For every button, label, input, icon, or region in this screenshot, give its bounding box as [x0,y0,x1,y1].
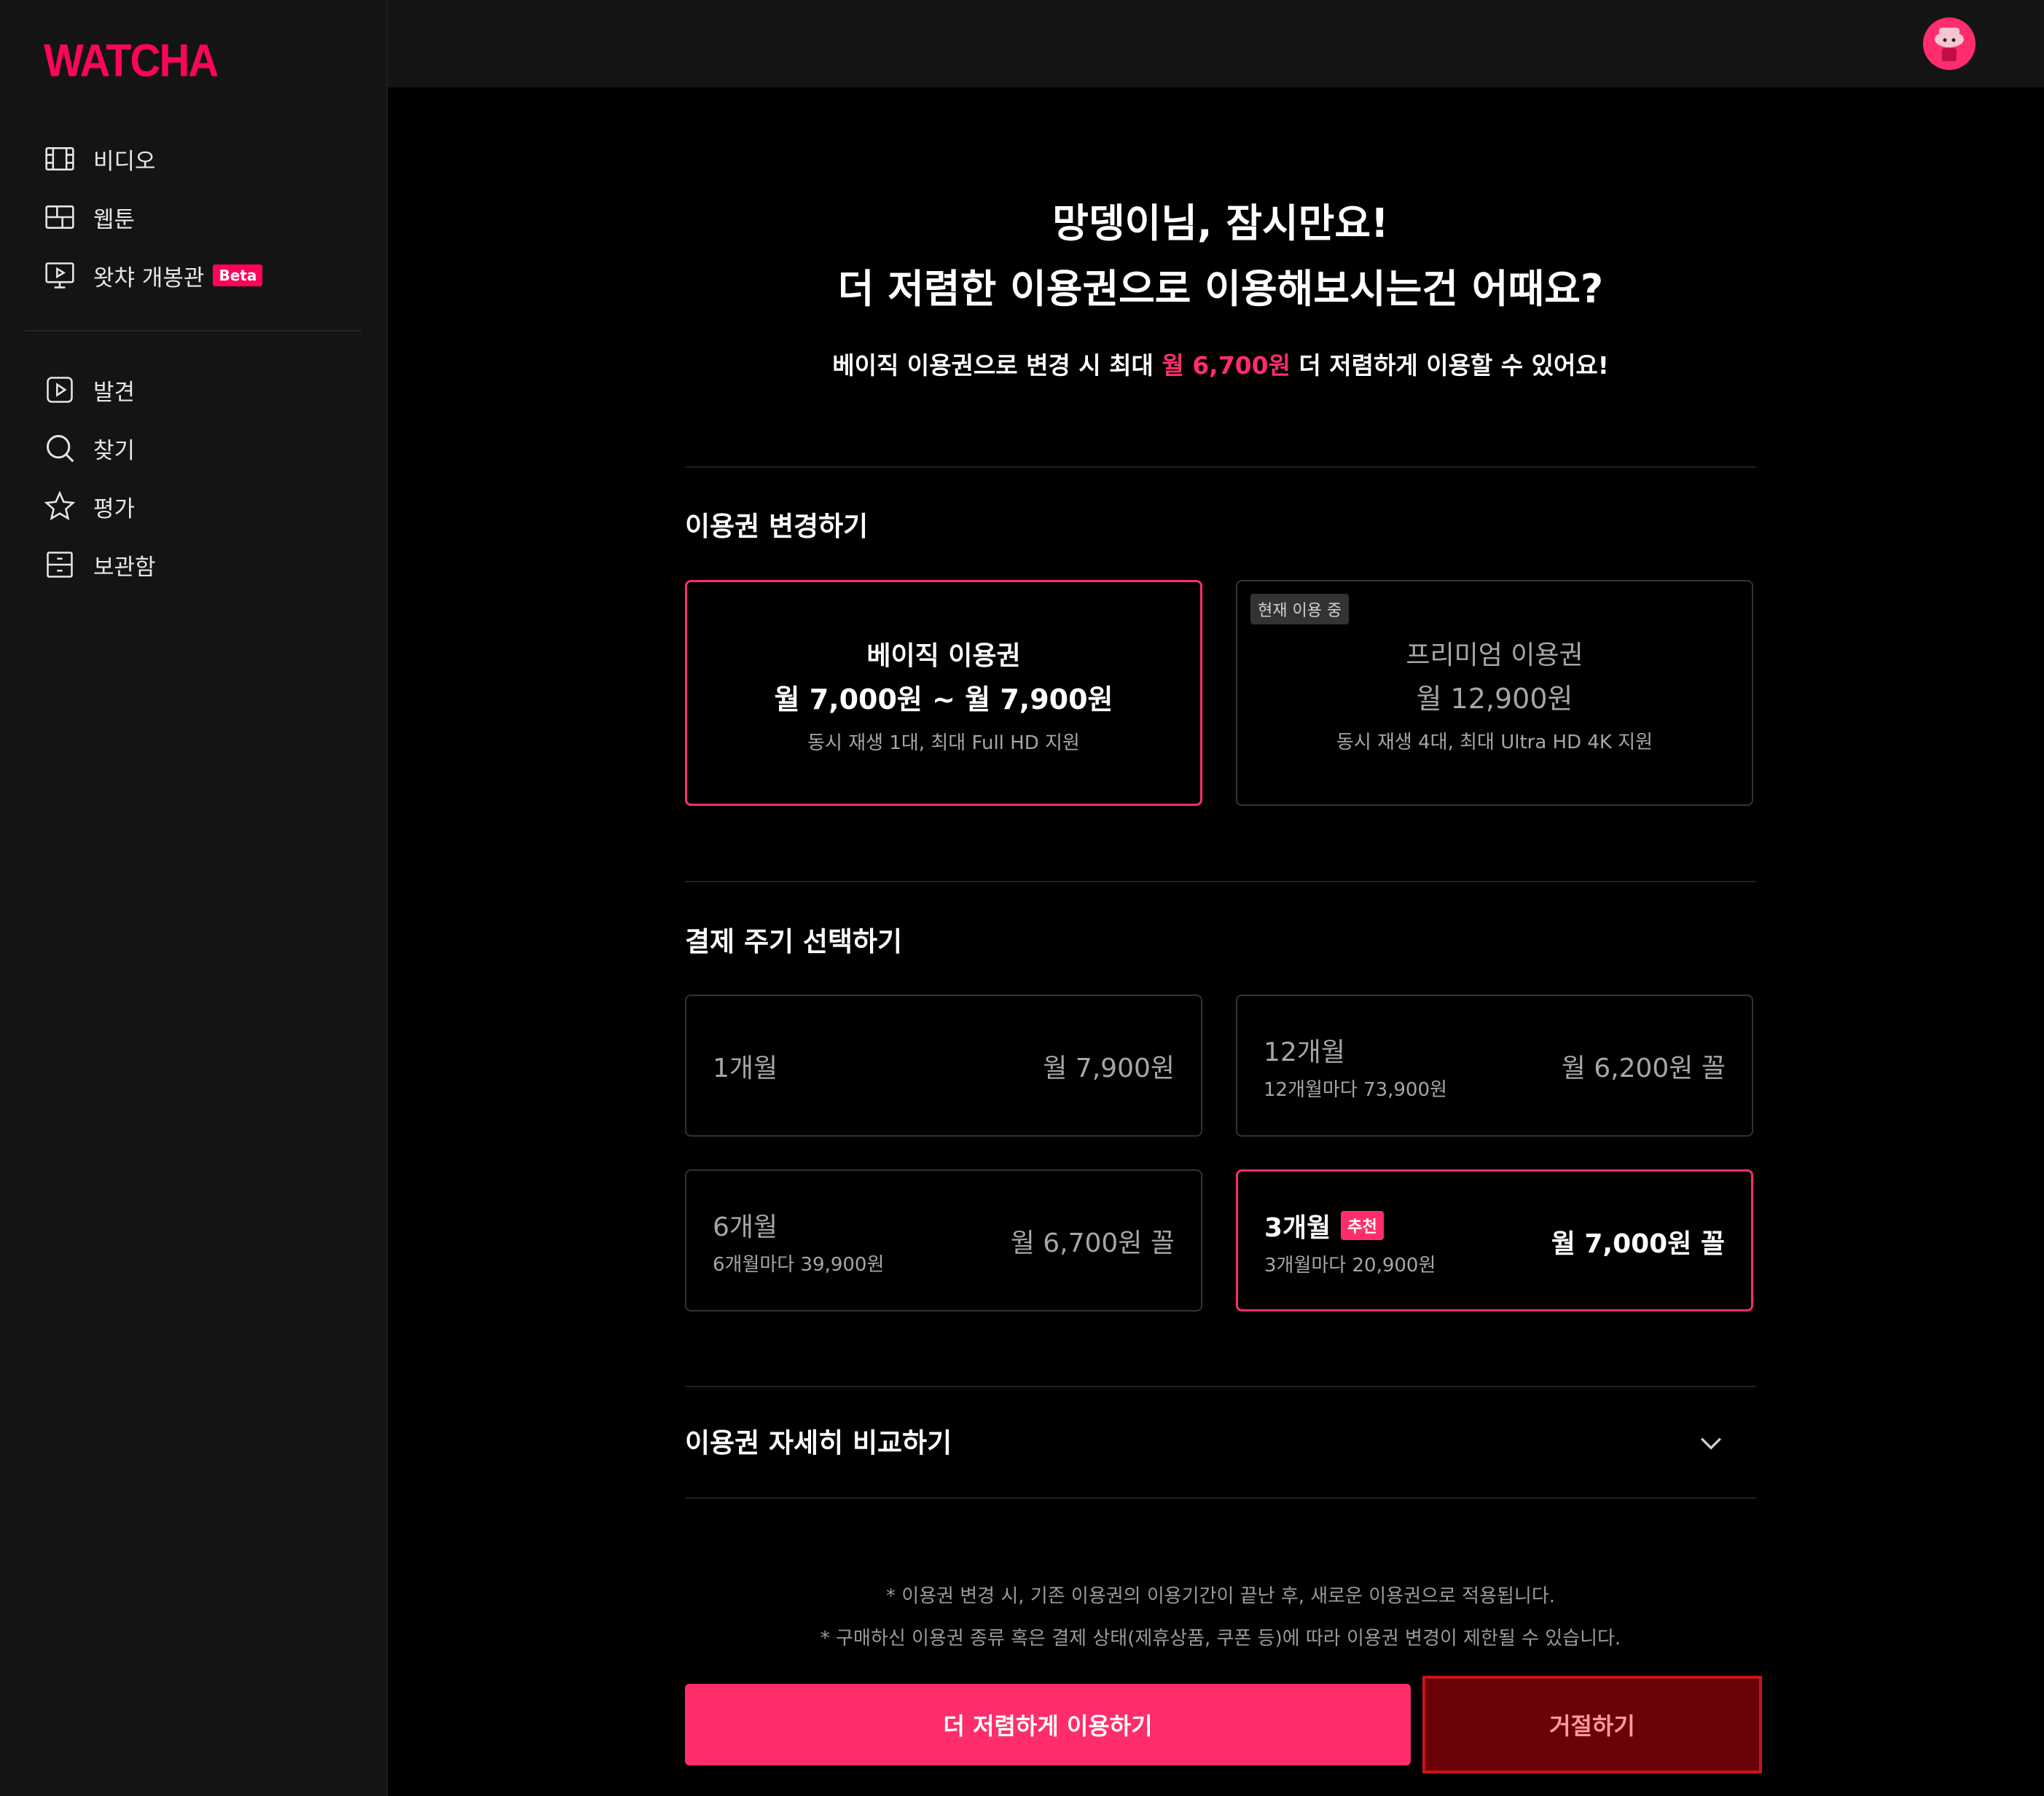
cycle-sub: 3개월마다 20,900원 [1264,1255,1436,1277]
sidebar-item-theater[interactable]: 왓챠 개봉관 Beta [44,254,263,297]
plan-price: 월 12,900원 [1416,683,1573,715]
divider [685,466,1756,468]
sidebar-item-label: 발견 [93,379,136,406]
current-plan-badge: 현재 이용 중 [1250,594,1350,624]
sidebar-item-video[interactable]: 비디오 [44,137,156,181]
sidebar: WATCHA 비디오 웹툰 왓챠 개봉관 Beta 발견 찾기 평가 보관함 [0,0,388,1796]
sidebar-item-label: 웹툰 [93,206,136,233]
cycle-price: 월 6,700원 꼴 [1010,1228,1175,1258]
star-icon [44,490,76,521]
sidebar-item-label: 보관함 [93,554,156,581]
cycle-label-text: 3개월 [1264,1213,1331,1243]
cycle-label: 12개월 [1264,1031,1345,1069]
top-bar [388,0,2044,87]
webtoon-icon [45,205,74,229]
page-title-line2: 더 저렴한 이용권으로 이용해보시는건 어때요? [837,266,1604,312]
plan-desc: 동시 재생 1대, 최대 Full HD 지원 [807,732,1080,754]
divider [685,1497,1756,1499]
subtitle-highlight: 월 6,700원 [1162,351,1291,380]
cycle-label: 6개월 [713,1206,778,1244]
cycle-label-text: 6개월 [713,1212,778,1242]
recommend-badge: 추천 [1341,1211,1384,1240]
sidebar-item-search[interactable]: 찾기 [44,426,135,470]
sidebar-item-discover[interactable]: 발견 [44,368,135,412]
plan-card-basic[interactable]: 베이직 이용권 월 7,000원 ~ 월 7,900원 동시 재생 1대, 최대… [685,580,1202,806]
sidebar-item-label: 평가 [93,495,136,522]
sidebar-item-webtoon[interactable]: 웹툰 [44,195,135,239]
sidebar-item-label: 찾기 [93,437,136,464]
cycle-label-text: 12개월 [1264,1038,1346,1067]
play-square-icon [47,377,73,403]
archive-icon [47,552,73,578]
cycle-sub: 12개월마다 73,900원 [1264,1079,1447,1101]
monitor-icon [45,262,74,289]
cycle-price: 월 7,000원 꼴 [1551,1229,1725,1259]
cycle-option-1-month[interactable]: 1개월 월 7,900원 [685,995,1202,1137]
cycle-sub: 6개월마다 39,900원 [713,1254,885,1276]
search-icon [47,435,74,463]
reject-button[interactable]: 거절하기 [1422,1676,1762,1773]
divider [685,881,1756,882]
beta-badge: Beta [213,264,263,286]
cycle-option-6-months[interactable]: 6개월 6개월마다 39,900원 월 6,700원 꼴 [685,1169,1202,1311]
sidebar-item-label: 왓챠 개봉관 [93,264,205,291]
subtitle-prefix: 베이직 이용권으로 변경 시 최대 [832,351,1162,380]
compare-plans-toggle[interactable]: 이용권 자세히 비교하기 [685,1421,1727,1464]
cycle-price: 월 7,900원 [1043,1054,1175,1083]
subtitle-suffix: 더 저렴하게 이용할 수 있어요! [1290,351,1609,380]
sidebar-item-archive[interactable]: 보관함 [44,543,156,587]
film-icon [45,147,74,170]
cycle-price: 월 6,200원 꼴 [1561,1054,1726,1083]
sidebar-item-rate[interactable]: 평가 [44,485,135,528]
plan-price: 월 7,000원 ~ 월 7,900원 [774,683,1113,715]
notice-line: * 이용권 변경 시, 기존 이용권의 이용기간이 끝난 후, 새로운 이용권으… [885,1585,1556,1607]
cycle-label: 1개월 [713,1047,778,1085]
avatar-character-icon [1923,17,1976,70]
cycle-option-12-months[interactable]: 12개월 12개월마다 73,900원 월 6,200원 꼴 [1236,995,1753,1137]
cheaper-plan-button[interactable]: 더 저렴하게 이용하기 [685,1684,1411,1765]
plan-card-premium[interactable]: 현재 이용 중 프리미엄 이용권 월 12,900원 동시 재생 4대, 최대 … [1236,580,1753,806]
plan-desc: 동시 재생 4대, 최대 Ultra HD 4K 지원 [1336,732,1653,753]
page-subtitle: 베이직 이용권으로 변경 시 최대 월 6,700원 더 저렴하게 이용할 수 … [685,346,1756,381]
chevron-down-icon [1700,1438,1722,1450]
plan-name: 베이직 이용권 [866,641,1021,671]
cycle-option-3-months[interactable]: 3개월 추천 3개월마다 20,900원 월 7,000원 꼴 [1236,1169,1753,1311]
plan-name: 프리미엄 이용권 [1406,640,1583,670]
divider [685,1386,1756,1387]
cycle-section-title: 결제 주기 선택하기 [685,926,903,957]
sidebar-divider [25,330,361,332]
watcha-logo[interactable]: WATCHA [44,34,219,87]
profile-avatar[interactable] [1923,17,1976,70]
cycle-label: 3개월 추천 [1264,1207,1384,1244]
plan-section-title: 이용권 변경하기 [685,511,869,542]
compare-title: 이용권 자세히 비교하기 [685,1427,952,1459]
sidebar-item-label: 비디오 [93,148,156,175]
notice-line: * 구매하신 이용권 종류 혹은 결제 상태(제휴상품, 쿠폰 등)에 따라 이… [820,1628,1621,1650]
page-title-line1: 망뎅이님, 잠시만요! [1052,200,1389,246]
cycle-label-text: 1개월 [713,1054,778,1083]
